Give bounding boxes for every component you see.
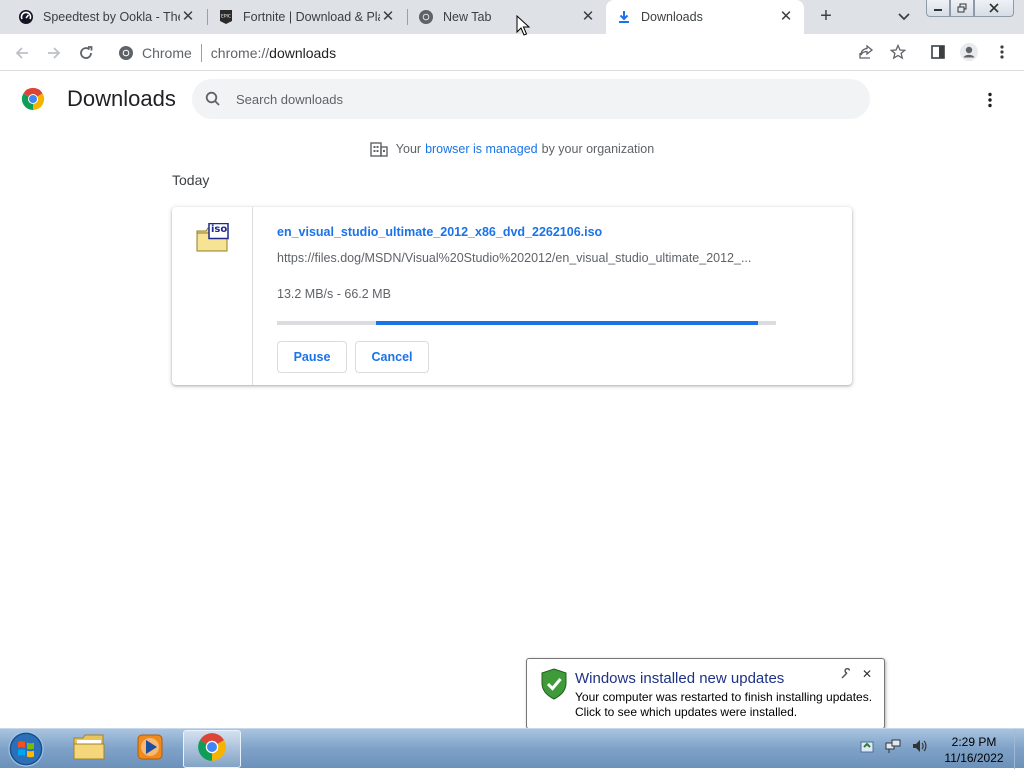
download-status: 13.2 MB/s - 66.2 MB bbox=[277, 287, 391, 301]
minimize-button[interactable] bbox=[926, 0, 950, 17]
epic-games-icon: EPIC bbox=[218, 9, 234, 25]
back-button[interactable] bbox=[9, 40, 35, 66]
reload-button[interactable] bbox=[73, 40, 99, 66]
file-name-link[interactable]: en_visual_studio_ultimate_2012_x86_dvd_2… bbox=[277, 225, 602, 239]
folder-icon bbox=[73, 733, 105, 766]
date-heading: Today bbox=[172, 172, 210, 188]
browser-toolbar: Chrome chrome://downloads bbox=[0, 34, 1024, 71]
system-tray bbox=[858, 737, 928, 755]
notification-line: Your computer was restarted to finish in… bbox=[575, 690, 873, 704]
tab-search-chevron-icon[interactable] bbox=[893, 7, 915, 27]
managed-notice: Your browser is managed by your organiza… bbox=[0, 139, 1024, 159]
search-downloads-box[interactable] bbox=[192, 79, 870, 119]
notification-line: Click to see which updates were installe… bbox=[575, 705, 798, 719]
security-shield-icon bbox=[540, 668, 568, 700]
start-button[interactable] bbox=[6, 730, 46, 768]
site-info-chip[interactable]: Chrome bbox=[118, 45, 192, 61]
close-icon[interactable]: ✕ bbox=[180, 9, 196, 25]
managed-link[interactable]: browser is managed bbox=[425, 142, 538, 156]
taskbar-google-chrome[interactable] bbox=[183, 730, 241, 768]
file-icon-column: iso bbox=[172, 207, 253, 385]
building-icon bbox=[370, 140, 388, 158]
clock-time: 2:29 PM bbox=[951, 735, 997, 749]
chrome-logo-icon bbox=[21, 87, 45, 111]
search-icon bbox=[204, 90, 222, 108]
managed-prefix: Your bbox=[395, 142, 422, 156]
svg-text:EPIC: EPIC bbox=[221, 14, 231, 20]
tab-new-tab[interactable]: New Tab ✕ bbox=[408, 0, 606, 34]
system-clock[interactable]: 2:29 PM 11/16/2022 bbox=[938, 734, 1010, 766]
window-controls bbox=[926, 0, 1014, 17]
notification-body: Your computer was restarted to finish in… bbox=[575, 690, 872, 720]
search-input[interactable] bbox=[236, 91, 836, 107]
downloads-header: Downloads bbox=[0, 72, 1024, 128]
forward-button[interactable] bbox=[41, 40, 67, 66]
source-url: https://files.dog/MSDN/Visual%20Studio%2… bbox=[277, 251, 752, 265]
tab-title: Fortnite | Download & Pla bbox=[243, 10, 380, 24]
profile-avatar-icon[interactable] bbox=[957, 40, 981, 64]
cancel-button[interactable]: Cancel bbox=[355, 341, 429, 373]
browser-menu-icon[interactable] bbox=[990, 40, 1014, 64]
close-window-button[interactable] bbox=[974, 0, 1014, 17]
download-progress-fill bbox=[375, 321, 759, 325]
chrome-logo-icon bbox=[197, 732, 227, 767]
new-tab-button[interactable]: + bbox=[814, 5, 838, 29]
chrome-icon bbox=[418, 9, 434, 25]
chrome-icon bbox=[118, 45, 134, 61]
more-actions-icon[interactable] bbox=[978, 88, 1002, 112]
managed-suffix: by your organization bbox=[541, 142, 655, 156]
side-panel-icon[interactable] bbox=[926, 40, 950, 64]
show-desktop-button[interactable] bbox=[1014, 729, 1024, 769]
tab-downloads[interactable]: Downloads ✕ bbox=[606, 0, 804, 34]
bookmark-star-icon[interactable] bbox=[886, 40, 910, 64]
speedtest-icon bbox=[18, 9, 34, 25]
clock-date: 11/16/2022 bbox=[944, 751, 1004, 765]
tab-strip: Speedtest by Ookla - The ✕ EPIC Fortnite… bbox=[0, 0, 1024, 34]
url-scheme: chrome:// bbox=[210, 44, 270, 61]
windows-update-notification[interactable]: Windows installed new updates Your compu… bbox=[526, 658, 885, 729]
omnibox-divider bbox=[200, 43, 202, 62]
notification-title: Windows installed new updates bbox=[575, 670, 785, 687]
wrench-options-icon[interactable] bbox=[840, 667, 854, 682]
tab-title: New Tab bbox=[443, 10, 492, 24]
pause-button[interactable]: Pause bbox=[277, 341, 347, 373]
page-title: Downloads bbox=[67, 86, 176, 111]
url-host: downloads bbox=[269, 44, 337, 61]
close-icon[interactable]: ✕ bbox=[580, 9, 596, 25]
windows-update-tray-icon[interactable] bbox=[858, 737, 876, 755]
site-chip-label: Chrome bbox=[142, 44, 192, 61]
share-icon[interactable] bbox=[854, 40, 878, 64]
address-bar[interactable]: Chrome chrome://downloads bbox=[110, 38, 920, 67]
download-progress-bar bbox=[277, 321, 776, 325]
network-icon[interactable] bbox=[884, 737, 902, 755]
tab-speedtest[interactable]: Speedtest by Ookla - The ✕ bbox=[8, 0, 206, 34]
restore-button[interactable] bbox=[950, 0, 974, 17]
url-text: chrome://downloads bbox=[211, 45, 336, 61]
download-icon bbox=[616, 9, 632, 25]
close-icon[interactable]: ✕ bbox=[380, 9, 396, 25]
file-badge: iso bbox=[211, 224, 228, 235]
iso-file-icon: iso bbox=[196, 222, 230, 253]
media-player-icon bbox=[135, 732, 165, 767]
mouse-cursor-icon bbox=[516, 14, 531, 37]
volume-icon[interactable] bbox=[910, 737, 928, 755]
windows-taskbar: 2:29 PM 11/16/2022 bbox=[0, 728, 1024, 769]
taskbar-windows-explorer[interactable] bbox=[60, 730, 118, 768]
close-icon[interactable]: ✕ bbox=[778, 9, 794, 25]
download-item-card: iso en_visual_studio_ultimate_2012_x86_d… bbox=[172, 207, 852, 385]
tab-title: Speedtest by Ookla - The bbox=[43, 10, 180, 24]
tab-title: Downloads bbox=[641, 10, 703, 24]
tab-fortnite[interactable]: EPIC Fortnite | Download & Pla ✕ bbox=[208, 0, 406, 34]
taskbar-media-player[interactable] bbox=[121, 730, 179, 768]
close-icon[interactable]: ✕ bbox=[860, 667, 874, 681]
